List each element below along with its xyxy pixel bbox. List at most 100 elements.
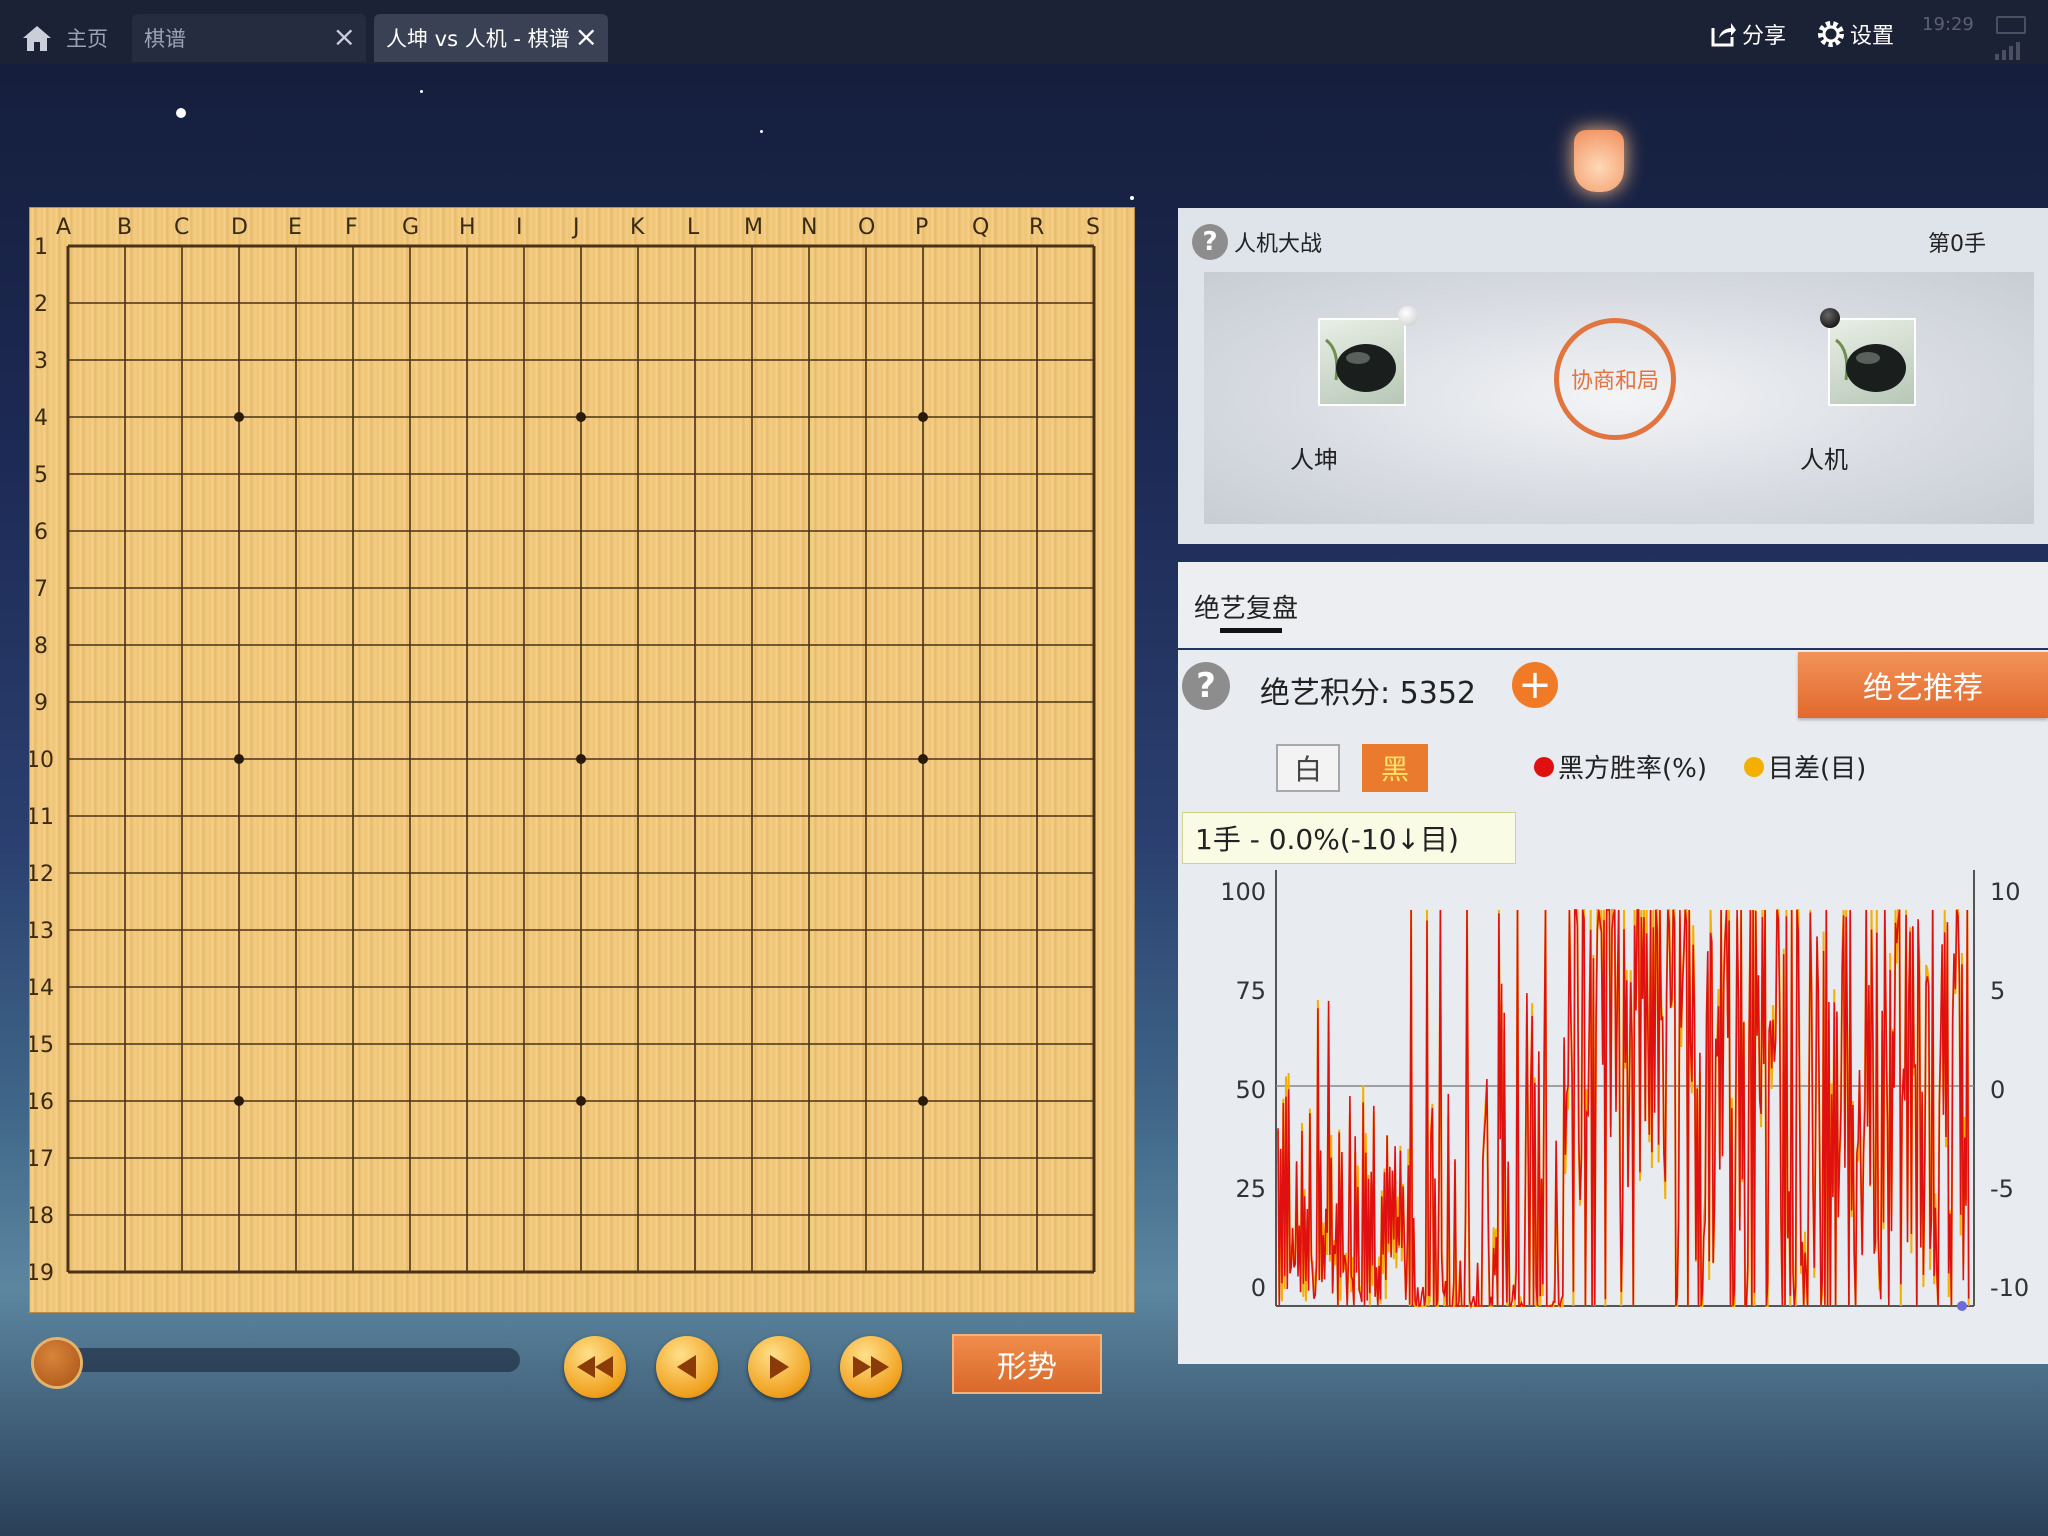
tab-game-record[interactable]: 人坤 vs 人机 - 棋谱 × xyxy=(374,14,608,62)
column-label: O xyxy=(858,215,875,240)
column-label: R xyxy=(1029,215,1044,240)
column-label: I xyxy=(516,215,523,240)
row-label: 15 xyxy=(30,1033,54,1058)
column-label: A xyxy=(56,215,71,240)
tab-game-label: 人坤 vs 人机 - 棋谱 xyxy=(386,27,570,51)
sky-lantern xyxy=(1574,130,1624,192)
next-move-button[interactable] xyxy=(748,1336,810,1398)
column-label: E xyxy=(288,215,302,240)
board-grid: A1 B 2 C 3 D 4 E 5 F 6 G 7 H 8 I 9 J 10 K 11 L 12 M 13 N 14 O 15 P 16 Q… xyxy=(30,215,1100,1286)
situation-button[interactable]: 形势 xyxy=(952,1334,1102,1394)
fast-forward-icon xyxy=(853,1356,889,1378)
column-label: G xyxy=(402,215,419,240)
row-label: 14 xyxy=(30,976,54,1001)
y-right-tick: 10 xyxy=(1990,878,2021,906)
chart-tooltip: 1手 - 0.0%(-10↓目) xyxy=(1182,812,1516,864)
legend-diff-label: 目差(目) xyxy=(1768,754,1867,784)
go-stone-avatar-icon xyxy=(1325,338,1396,392)
tab-review[interactable]: 绝艺复盘 xyxy=(1194,588,1298,625)
star-point xyxy=(576,412,586,422)
row-label: 13 xyxy=(30,919,54,944)
y-left-tick: 100 xyxy=(1220,878,1266,906)
tab-records[interactable]: 棋谱 × xyxy=(132,14,366,62)
row-label: 18 xyxy=(30,1204,54,1229)
recommend-button[interactable]: 绝艺推荐 xyxy=(1798,652,2048,718)
star-point xyxy=(576,1096,586,1106)
star xyxy=(760,130,763,133)
share-button[interactable]: 分享 xyxy=(1708,18,1786,50)
y-right-tick: -10 xyxy=(1990,1274,2029,1302)
help-icon[interactable]: ? xyxy=(1192,224,1228,260)
help-icon[interactable]: ? xyxy=(1182,662,1230,710)
step-backward-icon xyxy=(677,1355,696,1379)
fast-backward-icon xyxy=(577,1356,613,1378)
star xyxy=(1130,196,1134,200)
share-icon xyxy=(1711,23,1736,47)
close-icon[interactable]: × xyxy=(333,22,356,52)
row-label: 3 xyxy=(34,349,48,374)
go-stone-avatar-icon xyxy=(1835,338,1906,392)
tab-records-label: 棋谱 xyxy=(144,27,186,51)
left-player-name: 人坤 xyxy=(1290,446,1338,474)
row-label: 10 xyxy=(30,748,54,773)
row-label: 1 xyxy=(34,235,48,260)
row-label: 6 xyxy=(34,520,48,545)
y-right-tick: 5 xyxy=(1990,977,2005,1005)
star-point xyxy=(918,412,928,422)
white-filter-button[interactable]: 白 xyxy=(1276,744,1340,792)
add-points-button[interactable]: + xyxy=(1512,662,1558,708)
star-point xyxy=(918,1096,928,1106)
move-slider-track[interactable] xyxy=(36,1348,520,1372)
winrate-chart[interactable]: 1007550250 1050-5-10 xyxy=(1178,850,2048,1320)
settings-label: 设置 xyxy=(1850,24,1895,49)
y-left-axis: 100 75 50 25 0 xyxy=(1220,878,1266,1302)
top-bar: 主页 棋谱 × 人坤 vs 人机 - 棋谱 × 分享 设置 19:29 xyxy=(0,0,2048,64)
star xyxy=(176,108,186,118)
y-left-tick: 50 xyxy=(1235,1076,1266,1104)
star-point xyxy=(918,754,928,764)
battery-icon xyxy=(1996,16,2026,34)
diff-dot-icon xyxy=(1744,756,1764,777)
black-filter-button[interactable]: 黑 xyxy=(1362,744,1428,792)
column-label: N xyxy=(801,215,817,240)
column-label: B xyxy=(117,215,132,240)
legend-diff: 目差(目) xyxy=(1744,748,1866,785)
column-label: L xyxy=(687,215,700,240)
row-label: 17 xyxy=(30,1147,54,1172)
row-label: 9 xyxy=(34,691,48,716)
move-slider-handle[interactable] xyxy=(34,1340,80,1386)
tab-underline xyxy=(1220,628,1282,633)
go-board[interactable]: A 1 B 2 C 3 D 4 E 5 F 6 G 7 H 8 I 9 J 10 K 11 L 12 M 13 N 14 O 15 P 16 Q… xyxy=(30,208,1134,1312)
star-point xyxy=(234,754,244,764)
first-move-button[interactable] xyxy=(564,1336,626,1398)
row-label: 12 xyxy=(30,862,54,887)
legend-winrate-label: 黑方胜率(%) xyxy=(1558,754,1707,784)
column-label: C xyxy=(174,215,189,240)
column-label: M xyxy=(744,215,763,240)
star-point xyxy=(234,412,244,422)
signal-icon xyxy=(1995,42,2020,60)
score-label: 绝艺积分: 5352 xyxy=(1260,676,1476,711)
star xyxy=(420,90,423,93)
tab-home-label: 主页 xyxy=(66,27,108,51)
row-label: 2 xyxy=(34,292,48,317)
tab-home[interactable]: 主页 xyxy=(10,14,124,62)
avatar[interactable] xyxy=(1828,318,1916,406)
prev-move-button[interactable] xyxy=(656,1336,718,1398)
avatar[interactable] xyxy=(1318,318,1406,406)
column-label: J xyxy=(571,215,580,240)
row-label: 4 xyxy=(34,406,48,431)
y-left-tick: 0 xyxy=(1251,1274,1266,1302)
column-label: S xyxy=(1086,215,1100,240)
column-label: D xyxy=(231,215,248,240)
close-icon[interactable]: × xyxy=(575,22,598,52)
last-move-button[interactable] xyxy=(840,1336,902,1398)
settings-button[interactable]: 设置 xyxy=(1816,18,1894,50)
right-player-name: 人机 xyxy=(1800,446,1848,474)
column-label: Q xyxy=(972,215,989,240)
status-clock: 19:29 xyxy=(1922,14,1974,35)
legend-winrate: 黑方胜率(%) xyxy=(1534,748,1707,785)
column-label: H xyxy=(459,215,476,240)
star-point xyxy=(576,754,586,764)
share-label: 分享 xyxy=(1742,24,1787,49)
